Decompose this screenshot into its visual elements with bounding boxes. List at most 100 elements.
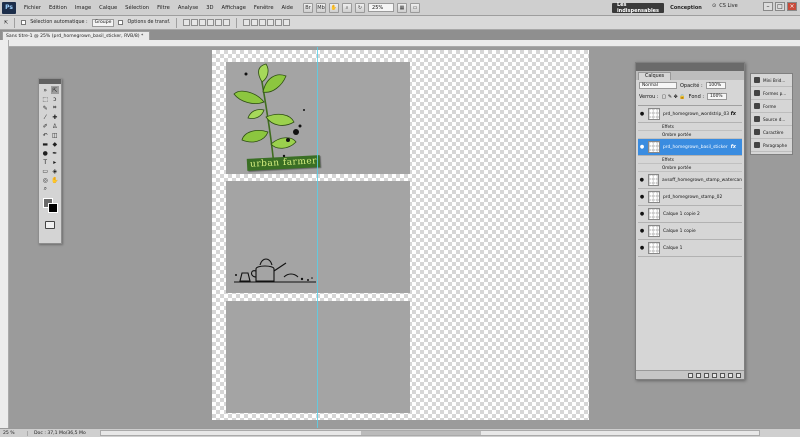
brush-tool-icon[interactable]: ✐	[41, 122, 50, 130]
document-info[interactable]: Doc : 37,1 Mo/36,5 Mo	[28, 431, 86, 436]
pen-tool-icon[interactable]: ✒	[51, 149, 60, 157]
auto-select-dropdown[interactable]: Groupe	[91, 18, 115, 27]
document-canvas[interactable]: urban farmer	[212, 50, 589, 420]
path-selection-tool-icon[interactable]: ▸	[51, 158, 60, 166]
menu-edition[interactable]: Edition	[45, 5, 71, 11]
effects-row[interactable]: Effets	[638, 123, 742, 131]
new-group-icon[interactable]	[720, 372, 725, 378]
hand-icon[interactable]: ✋	[329, 2, 340, 13]
visibility-eye-icon[interactable]: ●	[638, 228, 646, 234]
status-zoom[interactable]: 25 %	[0, 430, 28, 436]
align-bottom-icon[interactable]	[199, 19, 207, 26]
fx-icon[interactable]: fx	[731, 144, 736, 150]
zoom-level-select[interactable]: 25%	[368, 3, 395, 12]
menu-3d[interactable]: 3D	[202, 5, 217, 11]
align-right-icon[interactable]	[223, 19, 231, 26]
opacity-input[interactable]: 100%	[705, 82, 726, 89]
photo-placeholder-2[interactable]	[226, 181, 410, 293]
mini-bridge-panel-button[interactable]: Mini Brid...	[751, 74, 792, 87]
dodge-tool-icon[interactable]: ●	[41, 149, 50, 157]
move-tool-icon[interactable]: ⇱	[4, 20, 8, 26]
close-icon[interactable]: ×	[787, 2, 797, 11]
menu-filtre[interactable]: Filtre	[153, 5, 174, 11]
zoom-tool-icon[interactable]: ⌕	[41, 185, 50, 193]
visibility-eye-icon[interactable]: ●	[638, 111, 646, 117]
adjustment-layer-icon[interactable]	[712, 372, 717, 378]
add-style-icon[interactable]	[696, 372, 701, 378]
history-brush-tool-icon[interactable]: ↶	[41, 131, 50, 139]
paragraph-panel-button[interactable]: Paragraphe	[751, 139, 792, 152]
background-color-swatch[interactable]	[48, 203, 58, 213]
link-layers-icon[interactable]	[688, 372, 693, 378]
menu-affichage[interactable]: Affichage	[218, 5, 250, 11]
menu-image[interactable]: Image	[71, 5, 95, 11]
lasso-tool-icon[interactable]: ↄ	[51, 95, 60, 103]
effects-row[interactable]: Effets	[638, 156, 742, 164]
photoshop-logo[interactable]: Ps	[2, 1, 16, 14]
distribute-left-icon[interactable]	[267, 19, 275, 26]
screen-mode-icon[interactable]: ▭	[410, 2, 421, 13]
align-left-icon[interactable]	[207, 19, 215, 26]
horizontal-scrollbar[interactable]	[100, 430, 760, 436]
spot-healing-tool-icon[interactable]: ✚	[51, 113, 60, 121]
blend-mode-select[interactable]: Normal	[639, 82, 677, 89]
transform-controls-checkbox[interactable]	[118, 20, 124, 25]
tab-calques[interactable]: Calques	[638, 72, 672, 80]
cs-live-button[interactable]: ⊙ CS Live	[712, 3, 738, 9]
align-middle-icon[interactable]	[191, 19, 199, 26]
menu-calque[interactable]: Calque	[95, 5, 121, 11]
clone-source-panel-button[interactable]: Source d...	[751, 113, 792, 126]
new-layer-icon[interactable]	[728, 372, 733, 378]
menu-analyse[interactable]: Analyse	[174, 5, 202, 11]
3d-rotate-tool-icon[interactable]: ◈	[51, 167, 60, 175]
eraser-tool-icon[interactable]: ◫	[51, 131, 60, 139]
type-tool-icon[interactable]: T	[41, 158, 50, 166]
quick-selection-tool-icon[interactable]: ✎	[41, 104, 50, 112]
menu-fichier[interactable]: Fichier	[20, 5, 45, 11]
layer-row[interactable]: ● Calque 1 copie	[638, 223, 742, 240]
vertical-guide[interactable]	[317, 47, 318, 428]
arrange-documents-icon[interactable]: ▦	[397, 2, 408, 13]
layers-panel-header[interactable]	[636, 63, 744, 71]
visibility-eye-icon[interactable]: ●	[638, 144, 646, 150]
mini-bridge-icon[interactable]: Mb	[316, 2, 327, 13]
clone-stamp-tool-icon[interactable]: ♙	[51, 122, 60, 130]
visibility-eye-icon[interactable]: ●	[638, 245, 646, 251]
zoom-tool-icon[interactable]: ⌕	[342, 2, 353, 13]
distribute-top-icon[interactable]	[243, 19, 251, 26]
menu-selection[interactable]: Sélection	[121, 5, 153, 11]
align-top-icon[interactable]	[183, 19, 191, 26]
horizontal-ruler[interactable]	[9, 40, 800, 47]
marquee-tool-icon[interactable]: ⬚	[41, 95, 50, 103]
layer-row[interactable]: ● avsoff_homegrown_stamp_watercan	[638, 172, 742, 189]
quick-mask-icon[interactable]	[45, 221, 55, 229]
character-panel-button[interactable]: Caractère	[751, 126, 792, 139]
drop-shadow-row[interactable]: Ombre portée	[638, 164, 742, 172]
bridge-icon[interactable]: Br	[303, 2, 314, 13]
menu-aide[interactable]: Aide	[278, 5, 297, 11]
fx-icon[interactable]: fx	[731, 111, 736, 117]
rotate-view-icon[interactable]: ↻	[355, 2, 366, 13]
layer-row-selected[interactable]: ● prd_homegrown_basil_sticker fx	[638, 139, 742, 156]
add-mask-icon[interactable]	[704, 372, 709, 378]
shape-tool-icon[interactable]: ▭	[41, 167, 50, 175]
distribute-right-icon[interactable]	[283, 19, 291, 26]
maximize-icon[interactable]: □	[775, 2, 785, 11]
distribute-bottom-icon[interactable]	[259, 19, 267, 26]
align-center-icon[interactable]	[215, 19, 223, 26]
visibility-eye-icon[interactable]: ●	[638, 177, 646, 183]
lock-icons[interactable]: ▢ ✎ ✥ 🔒	[662, 94, 686, 100]
watering-can-stamp[interactable]	[226, 181, 410, 293]
minimize-icon[interactable]: –	[763, 2, 773, 11]
collapse-arrows-icon[interactable]: »	[41, 86, 50, 94]
shape-panel-button[interactable]: Forme	[751, 100, 792, 113]
layer-row[interactable]: ● Calque 1	[638, 240, 742, 257]
move-tool-icon[interactable]: ⇱	[50, 86, 59, 94]
trash-icon[interactable]	[736, 372, 741, 378]
3d-camera-tool-icon[interactable]: ◎	[41, 176, 50, 184]
layer-row[interactable]: ● Calque 1 copie 2	[638, 206, 742, 223]
photo-placeholder-3[interactable]	[226, 301, 410, 413]
eyedropper-tool-icon[interactable]: ⁄	[41, 113, 50, 121]
distribute-center-icon[interactable]	[275, 19, 283, 26]
visibility-eye-icon[interactable]: ●	[638, 194, 646, 200]
